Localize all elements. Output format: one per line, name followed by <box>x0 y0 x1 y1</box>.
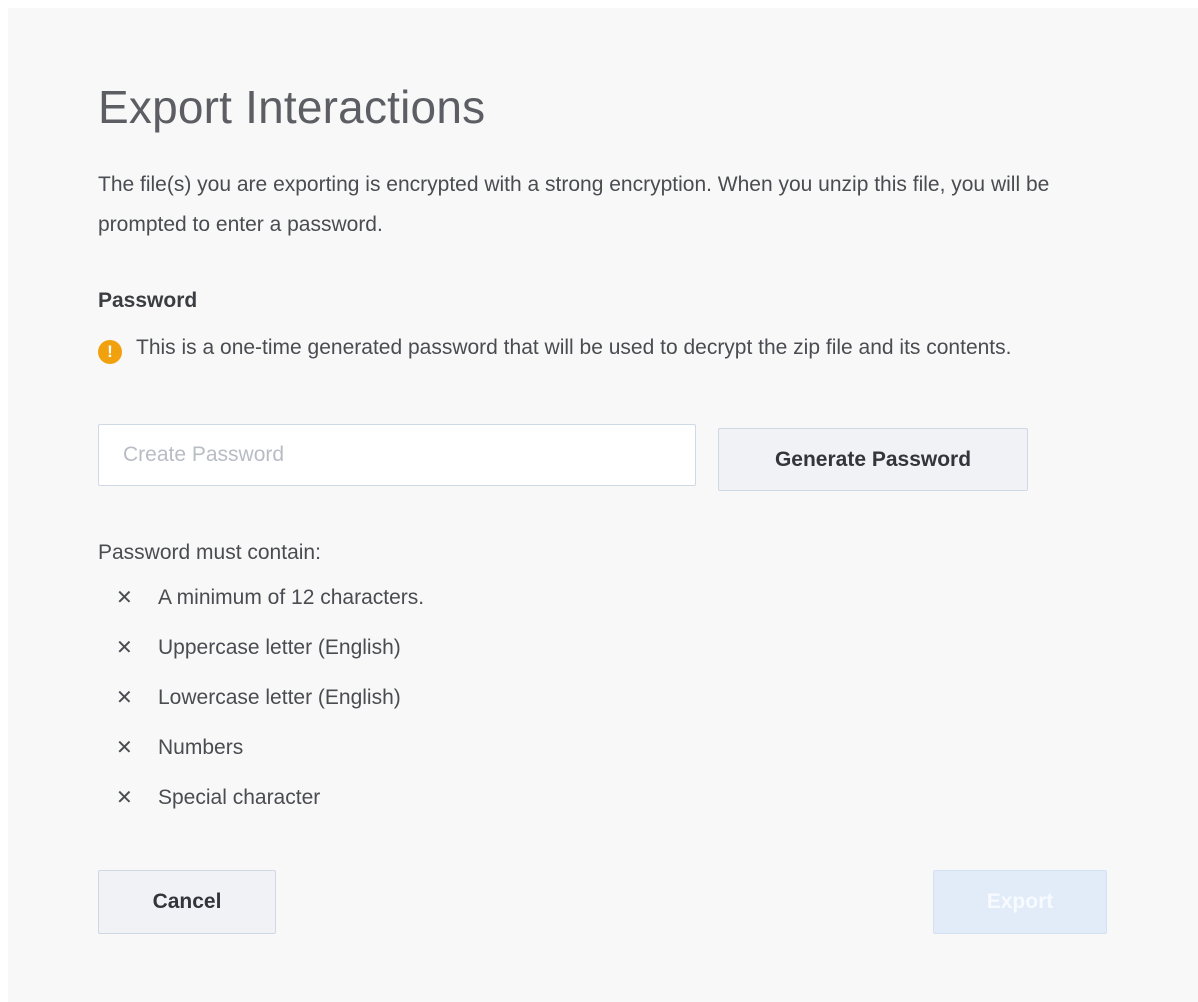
requirement-label: Uppercase letter (English) <box>158 636 401 659</box>
password-input[interactable] <box>98 424 696 486</box>
requirement-item: ✕ A minimum of 12 characters. <box>116 585 424 635</box>
close-icon: ✕ <box>116 587 133 609</box>
password-note: ! This is a one-time generated password t… <box>98 326 1078 370</box>
generate-password-button[interactable]: Generate Password <box>718 428 1028 491</box>
requirements-heading: Password must contain: <box>98 541 321 564</box>
dialog-title: Export Interactions <box>98 81 486 133</box>
cancel-button[interactable]: Cancel <box>98 870 276 934</box>
close-icon: ✕ <box>116 737 133 759</box>
password-label: Password <box>98 289 198 312</box>
close-icon: ✕ <box>116 787 133 809</box>
warning-icon: ! <box>98 340 122 364</box>
requirement-item: ✕ Special character <box>116 785 424 835</box>
requirement-item: ✕ Lowercase letter (English) <box>116 685 424 735</box>
requirement-item: ✕ Numbers <box>116 735 424 785</box>
dialog-description: The file(s) you are exporting is encrypt… <box>98 173 1050 236</box>
requirement-label: Special character <box>158 786 321 809</box>
requirement-item: ✕ Uppercase letter (English) <box>116 635 424 685</box>
export-button[interactable]: Export <box>933 870 1107 934</box>
password-note-text: This is a one-time generated password th… <box>136 336 1012 359</box>
requirements-list: ✕ A minimum of 12 characters. ✕ Uppercase … <box>116 585 424 835</box>
requirement-label: Numbers <box>158 736 244 759</box>
close-icon: ✕ <box>116 687 133 709</box>
requirement-label: A minimum of 12 characters. <box>158 586 425 609</box>
close-icon: ✕ <box>116 637 133 659</box>
requirement-label: Lowercase letter (English) <box>158 686 401 709</box>
export-dialog: Export Interactions The file(s) you are … <box>8 8 1198 1002</box>
